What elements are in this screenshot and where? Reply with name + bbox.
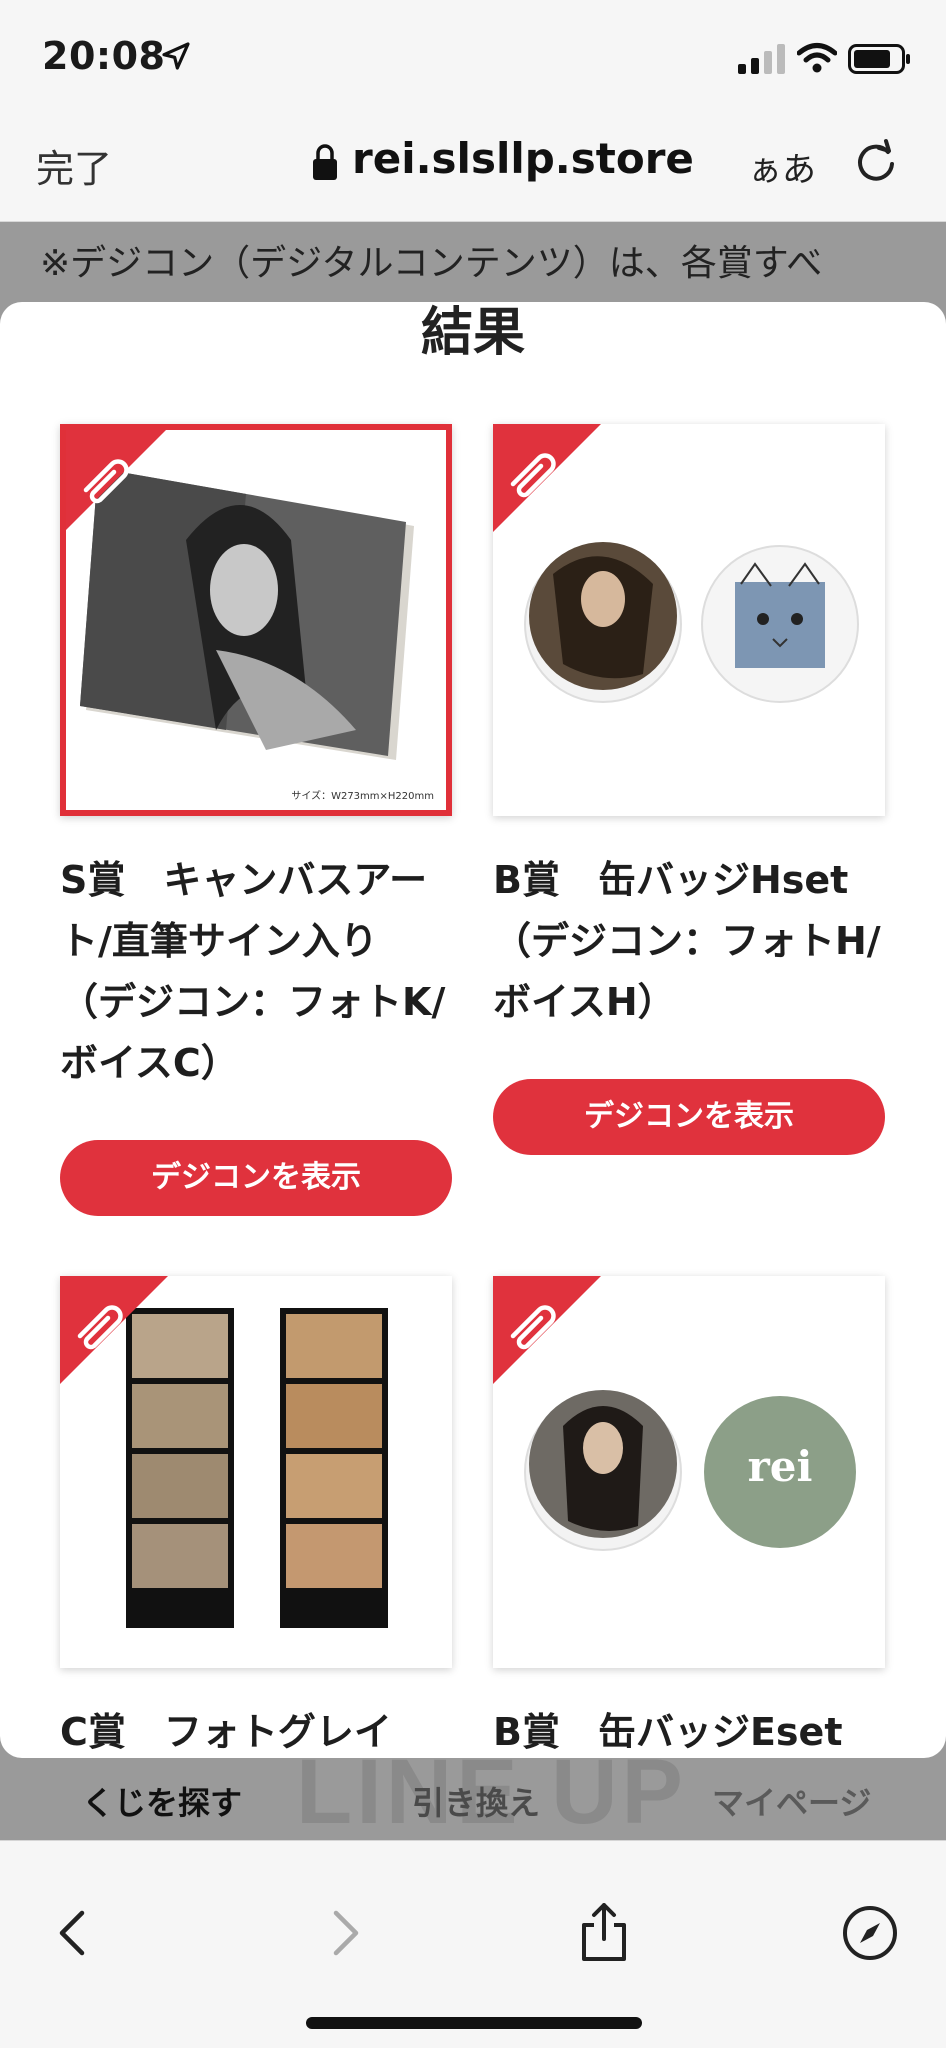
prize-title: B賞 缶バッジEset xyxy=(493,1710,843,1754)
battery-icon xyxy=(848,44,910,74)
done-button[interactable]: 完了 xyxy=(36,138,112,193)
back-icon[interactable] xyxy=(44,1903,104,1963)
show-digicon-button[interactable]: デジコンを表示 xyxy=(60,1140,452,1216)
prize-card-s[interactable]: サイズ：W273mm×H220mm S賞 キャンバスアート/直筆サイン入り（デジ… xyxy=(60,424,452,1216)
prize-card-c[interactable]: C賞 フォトグレイ xyxy=(60,1276,452,1758)
status-time: 20:08 xyxy=(42,34,166,78)
prize-image-badge-e[interactable]: rei xyxy=(493,1276,885,1668)
lock-icon xyxy=(313,144,337,180)
tab-exchange[interactable]: 引き換え xyxy=(412,1778,540,1824)
size-caption: サイズ：W273mm×H220mm xyxy=(291,791,434,802)
result-modal: 結果 サイズ：W273mm×H220mm S賞 キャンバスアート/直筆サイン入り… xyxy=(0,302,946,1758)
prize-title: S賞 キャンバスアート/直筆サイン入り（デジコン：フォトK/ボイスC） xyxy=(60,858,446,1085)
prize-title: B賞 缶バッジHset（デジコン：フォトH/ボイスH） xyxy=(493,858,881,1024)
text-size-button[interactable]: ぁあ xyxy=(748,142,816,191)
share-icon[interactable] xyxy=(574,1903,634,1963)
show-digicon-button[interactable]: デジコンを表示 xyxy=(493,1079,885,1155)
status-bar: 20:08 xyxy=(0,0,946,110)
browser-address-bar: 完了 rei.slsllp.store ぁあ xyxy=(0,110,946,222)
clip-ribbon-icon xyxy=(66,430,166,530)
home-indicator xyxy=(306,2017,642,2029)
prize-card-b-h[interactable]: B賞 缶バッジHset（デジコン：フォトH/ボイスH） デジコンを表示 xyxy=(493,424,885,1155)
url-text[interactable]: rei.slsllp.store xyxy=(352,134,694,183)
clip-ribbon-icon xyxy=(493,1276,601,1384)
forward-icon[interactable] xyxy=(314,1903,374,1963)
badge-text: rei xyxy=(747,1442,813,1491)
tab-find-lottery[interactable]: くじを探す xyxy=(82,1778,242,1824)
reload-icon[interactable] xyxy=(852,138,900,186)
prize-title: C賞 フォトグレイ xyxy=(60,1710,392,1754)
clip-ribbon-icon xyxy=(493,424,601,532)
prize-image-badge-h[interactable] xyxy=(493,424,885,816)
prize-image-photo-grey[interactable] xyxy=(60,1276,452,1668)
notice-text: ※デジコン（デジタルコンテンツ）は、各賞すべ xyxy=(40,243,823,284)
compass-icon[interactable] xyxy=(840,1903,900,1963)
prize-image-canvas-art[interactable]: サイズ：W273mm×H220mm xyxy=(60,424,452,816)
wifi-icon xyxy=(797,43,837,73)
site-bottom-nav: LINE UP くじを探す 引き換え マイページ xyxy=(0,1741,946,1843)
location-arrow-icon xyxy=(162,42,190,70)
modal-title: 結果 xyxy=(420,303,525,363)
prize-card-b-e[interactable]: rei B賞 缶バッジEset xyxy=(493,1276,885,1758)
tab-mypage[interactable]: マイページ xyxy=(712,1778,871,1824)
browser-toolbar xyxy=(0,1840,946,2048)
clip-ribbon-icon xyxy=(60,1276,168,1384)
cellular-signal-icon xyxy=(738,44,785,74)
